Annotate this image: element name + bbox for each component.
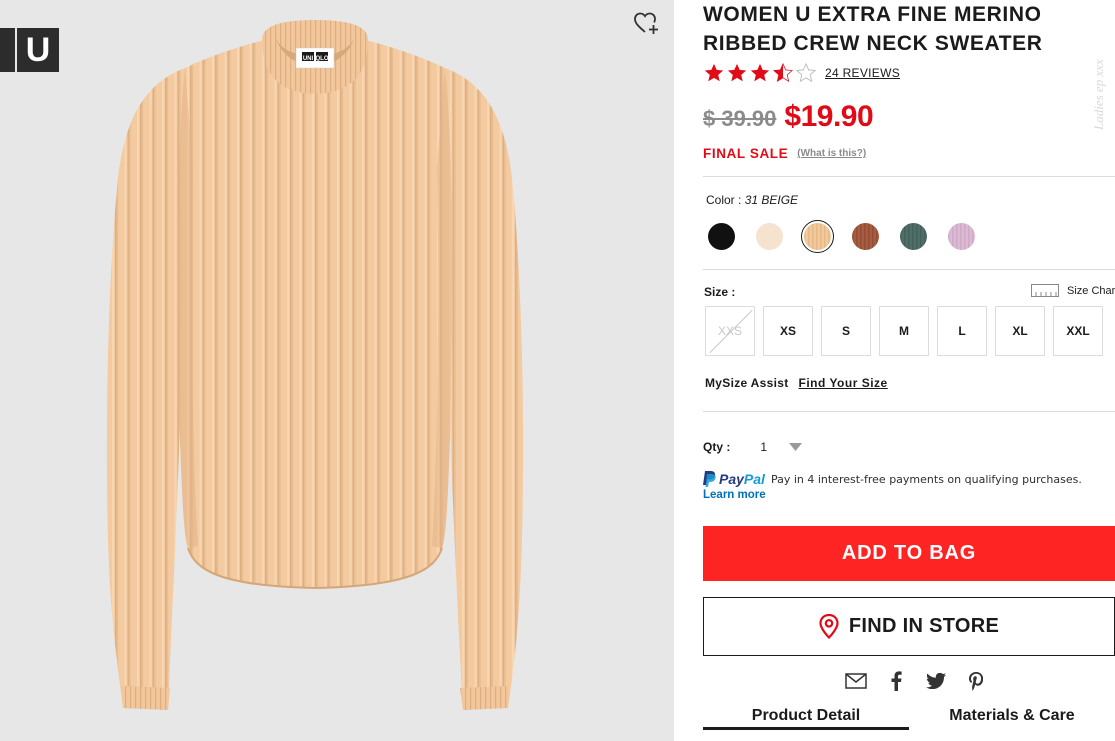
star-filled-icon [727,63,747,82]
size-options: XXS XS S M L XL XXL [705,306,1103,356]
size-chart-label: Size Char [1067,284,1115,297]
color-swatches [705,220,978,253]
mysize-assist-row: MySize Assist Find Your Size [705,376,888,390]
selected-color-name: 31 BEIGE [744,193,799,207]
final-sale-label: FINAL SALE [703,146,789,161]
qty-value: 1 [760,440,768,454]
sale-price: $19.90 [784,100,874,133]
rating-stars [703,62,817,84]
ruler-icon [1031,284,1059,297]
qty-label: Qty : [703,440,731,454]
mysize-assist-label: MySize Assist [705,376,789,390]
size-label: Size : [704,285,736,299]
divider [703,176,1115,177]
paypal-p-icon [703,471,716,487]
product-image-panel: U UNI QLO [0,0,674,741]
star-filled-icon [750,63,770,82]
paypal-message: Pay in 4 interest-free payments on quali… [770,472,1082,486]
email-icon[interactable] [845,670,867,692]
location-pin-icon [819,614,839,639]
product-tabs: Product Detail Materials & Care [703,704,1115,741]
final-sale-row: FINAL SALE (What is this?) [703,146,866,161]
size-chart-link[interactable]: Size Char [1031,284,1115,297]
price-block: $ 39.90 $19.90 [703,100,874,134]
pinterest-icon[interactable] [965,670,987,692]
star-empty-icon [795,62,817,83]
size-xxl[interactable]: XXL [1053,306,1103,356]
find-in-store-label: FIND IN STORE [848,615,1000,637]
size-l[interactable]: L [937,306,987,356]
find-in-store-button[interactable]: FIND IN STORE [703,597,1115,656]
svg-text:UNI: UNI [303,56,314,62]
reviews-link[interactable]: 24 REVIEWS [825,66,900,80]
share-row [845,670,987,692]
star-half-icon [772,62,794,83]
star-filled-icon [704,63,724,82]
divider [703,411,1115,412]
size-s[interactable]: S [821,306,871,356]
tab-product-detail[interactable]: Product Detail [703,704,909,730]
paypal-learn-more-link[interactable]: Learn more [703,489,1113,501]
paypal-banner: PayPal Pay in 4 interest-free payments o… [703,471,1113,501]
product-rating: 24 REVIEWS [703,62,900,84]
original-price: $ 39.90 [703,106,777,131]
brand-logo: U [0,28,59,72]
svg-text:QLO: QLO [316,56,329,62]
swatch-pink[interactable] [945,220,978,253]
swatch-beige[interactable] [801,220,834,253]
size-m[interactable]: M [879,306,929,356]
product-info-panel: WOMEN U EXTRA FINE MERINO RIBBED CREW NE… [703,0,1115,741]
color-label: Color : [706,193,742,207]
paypal-brand-pay: Pay [719,471,744,487]
add-to-bag-button[interactable]: ADD TO BAG [703,526,1115,581]
swatch-brown[interactable] [849,220,882,253]
paypal-brand-pal: Pal [743,471,765,487]
color-label-row: Color : 31 BEIGE [706,193,798,207]
product-title: WOMEN U EXTRA FINE MERINO RIBBED CREW NE… [703,3,1043,55]
logo-block-left [0,28,15,72]
size-xs[interactable]: XS [763,306,813,356]
swatch-black[interactable] [705,220,738,253]
chevron-down-icon [789,443,803,451]
logo-block-right: U [17,28,59,72]
tab-materials-care[interactable]: Materials & Care [909,704,1115,730]
quantity-row: Qty : 1 [703,440,803,454]
find-your-size-link[interactable]: Find Your Size [799,376,888,390]
twitter-icon[interactable] [925,670,947,692]
add-to-wishlist-icon[interactable] [634,12,660,36]
quantity-select[interactable]: 1 [760,440,803,454]
paypal-logo: PayPal [703,471,765,487]
facebook-icon[interactable] [885,670,907,692]
size-xl[interactable]: XL [995,306,1045,356]
sweater-product-image: UNI QLO [106,20,524,710]
swatch-cream[interactable] [753,220,786,253]
swatch-green[interactable] [897,220,930,253]
watermark-text: Ladies ep xxx [1091,59,1106,130]
what-is-this-link[interactable]: (What is this?) [797,148,866,159]
size-xxs[interactable]: XXS [705,306,755,356]
divider [703,269,1115,270]
